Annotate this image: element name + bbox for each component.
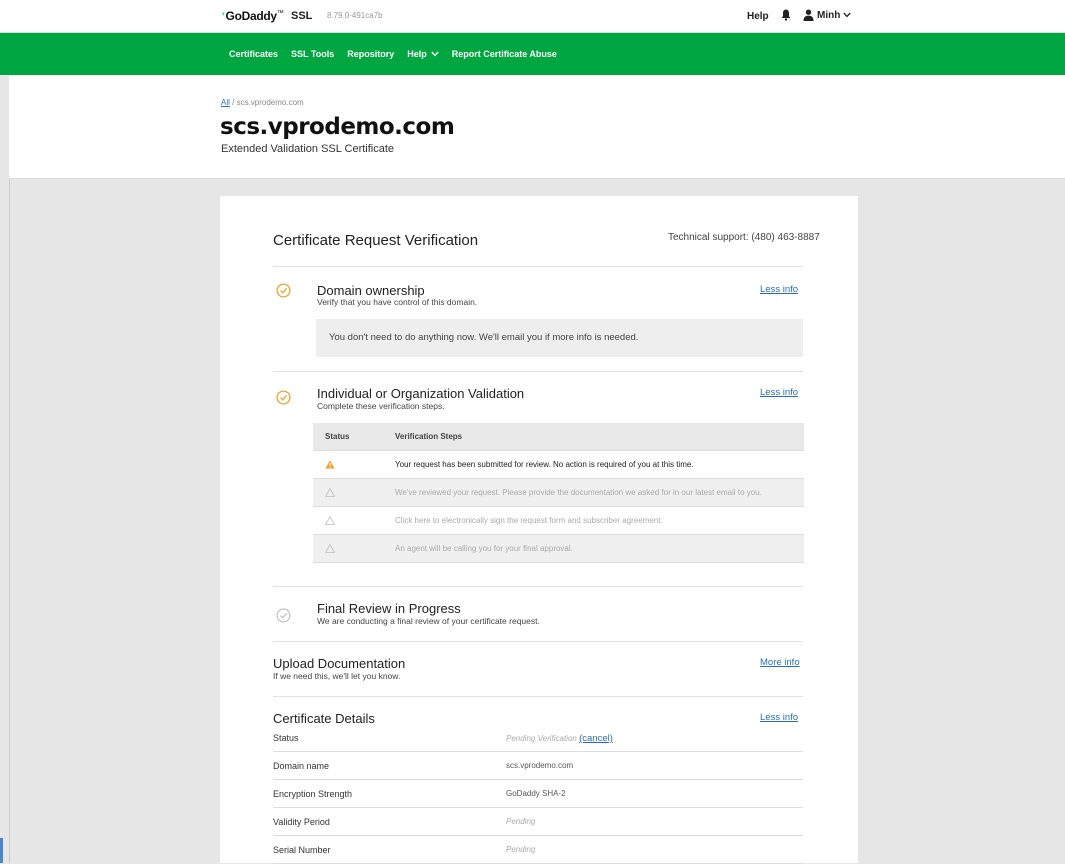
breadcrumb: All / scs.vprodemo.com [221, 98, 304, 107]
step-status-cell [313, 516, 395, 525]
user-icon [803, 9, 814, 21]
validation-less-info-link[interactable]: Less info [760, 387, 798, 398]
verification-steps-table: Status Verification Steps Your request h… [313, 423, 804, 563]
domain-notice: You don't need to do anything now. We'll… [316, 319, 803, 357]
page-title: scs.vprodemo.com [220, 114, 455, 140]
check-circle-icon [276, 283, 291, 298]
nav-help[interactable]: Help [407, 49, 439, 59]
detail-value: Pending Verification (cancel) [506, 733, 613, 744]
divider [273, 586, 803, 587]
final-review-title: Final Review in Progress [317, 601, 461, 616]
breadcrumb-current: scs.vprodemo.com [236, 98, 304, 107]
bell-icon[interactable] [781, 9, 791, 21]
window-edge [0, 838, 3, 863]
table-row: Your request has been submitted for revi… [313, 451, 804, 479]
godaddy-logo[interactable]: ◖GoDaddy™ [221, 9, 284, 23]
check-circle-icon [276, 608, 291, 623]
table-row: We've reviewed your request. Please prov… [313, 479, 804, 507]
detail-value: scs.vprodemo.com [506, 761, 574, 770]
step-text: We've reviewed your request. Please prov… [395, 488, 762, 497]
nav-report-abuse[interactable]: Report Certificate Abuse [452, 49, 557, 59]
status-value: Pending Verification [506, 734, 577, 743]
details-less-info-link[interactable]: Less info [760, 712, 798, 723]
upload-more-info-link[interactable]: More info [760, 657, 800, 668]
table-row: Encryption Strength GoDaddy SHA-2 [273, 780, 803, 808]
nav-items: Certificates SSL Tools Repository Help R… [229, 33, 570, 75]
breadcrumb-all-link[interactable]: All [221, 98, 230, 107]
step-status-cell [313, 488, 395, 497]
divider [273, 641, 803, 642]
step-status-cell [313, 544, 395, 553]
table-row: Validity Period Pending [273, 808, 803, 836]
page-subtitle: Extended Validation SSL Certificate [221, 143, 395, 155]
breadcrumb-separator: / [229, 98, 237, 107]
detail-value: Pending [506, 845, 536, 854]
domain-ownership-subtitle: Verify that you have control of this dom… [317, 297, 478, 307]
divider [273, 266, 803, 267]
warning-triangle-icon [325, 460, 335, 469]
table-row: An agent will be calling you for your fi… [313, 535, 804, 563]
final-review-subtitle: We are conducting a final review of your… [317, 616, 540, 626]
user-name: Minh [817, 9, 841, 21]
detail-value: Pending [506, 817, 536, 826]
table-row: Serial Number Pending [273, 836, 803, 864]
nav-help-label: Help [407, 49, 427, 59]
cancel-link[interactable]: (cancel) [579, 733, 613, 744]
upload-title: Upload Documentation [273, 656, 406, 671]
page-header: All / scs.vprodemo.com scs.vprodemo.com … [9, 75, 1065, 179]
step-status-cell [313, 460, 395, 469]
certificate-details-table: Status Pending Verification (cancel) Dom… [273, 724, 803, 864]
step-text[interactable]: Click here to electronically sign the re… [395, 516, 804, 525]
warning-triangle-icon [325, 488, 335, 497]
detail-key: Validity Period [273, 817, 330, 827]
user-menu[interactable]: Minh [803, 9, 852, 21]
step-text: Your request has been submitted for revi… [395, 460, 694, 469]
check-circle-icon [276, 390, 291, 405]
main-navbar: Certificates SSL Tools Repository Help R… [0, 33, 1065, 75]
warning-triangle-icon [325, 516, 335, 525]
domain-less-info-link[interactable]: Less info [760, 284, 798, 295]
detail-key: Status [273, 733, 299, 743]
column-header-status: Status [325, 432, 350, 441]
detail-key: Encryption Strength [273, 789, 353, 799]
validation-title: Individual or Organization Validation [317, 386, 525, 401]
detail-key: Serial Number [273, 845, 331, 855]
top-help-link[interactable]: Help [747, 11, 769, 22]
nav-ssl-tools[interactable]: SSL Tools [291, 49, 334, 59]
top-bar: ◖GoDaddy™ SSL 8.79.0-491ca7b Help Minh [0, 0, 1065, 33]
detail-key: Domain name [273, 761, 330, 771]
divider [273, 371, 803, 372]
version-label: 8.79.0-491ca7b [327, 11, 383, 20]
table-row: Status Pending Verification (cancel) [273, 724, 803, 752]
column-header-steps: Verification Steps [395, 432, 463, 441]
table-header-row: Status Verification Steps [313, 423, 804, 451]
verification-card: Certificate Request Verification Technic… [220, 196, 858, 864]
nav-certificates[interactable]: Certificates [229, 49, 278, 59]
table-row: Click here to electronically sign the re… [313, 507, 804, 535]
warning-triangle-icon [325, 544, 335, 553]
logo-trademark: ™ [276, 10, 284, 17]
domain-ownership-title: Domain ownership [317, 283, 425, 298]
product-name: SSL [291, 10, 313, 22]
nav-repository[interactable]: Repository [347, 49, 394, 59]
chevron-down-icon [843, 12, 852, 18]
divider [273, 696, 803, 697]
detail-value: GoDaddy SHA-2 [506, 789, 566, 798]
card-title: Certificate Request Verification [273, 232, 479, 249]
chevron-down-icon [431, 51, 439, 57]
step-text: An agent will be calling you for your fi… [395, 544, 573, 553]
table-row: Domain name scs.vprodemo.com [273, 752, 803, 780]
logo-text: GoDaddy [225, 9, 278, 23]
technical-support: Technical support: (480) 463-8887 [668, 232, 820, 243]
validation-subtitle: Complete these verification steps. [317, 401, 445, 411]
upload-subtitle: If we need this, we'll let you know. [273, 671, 401, 681]
